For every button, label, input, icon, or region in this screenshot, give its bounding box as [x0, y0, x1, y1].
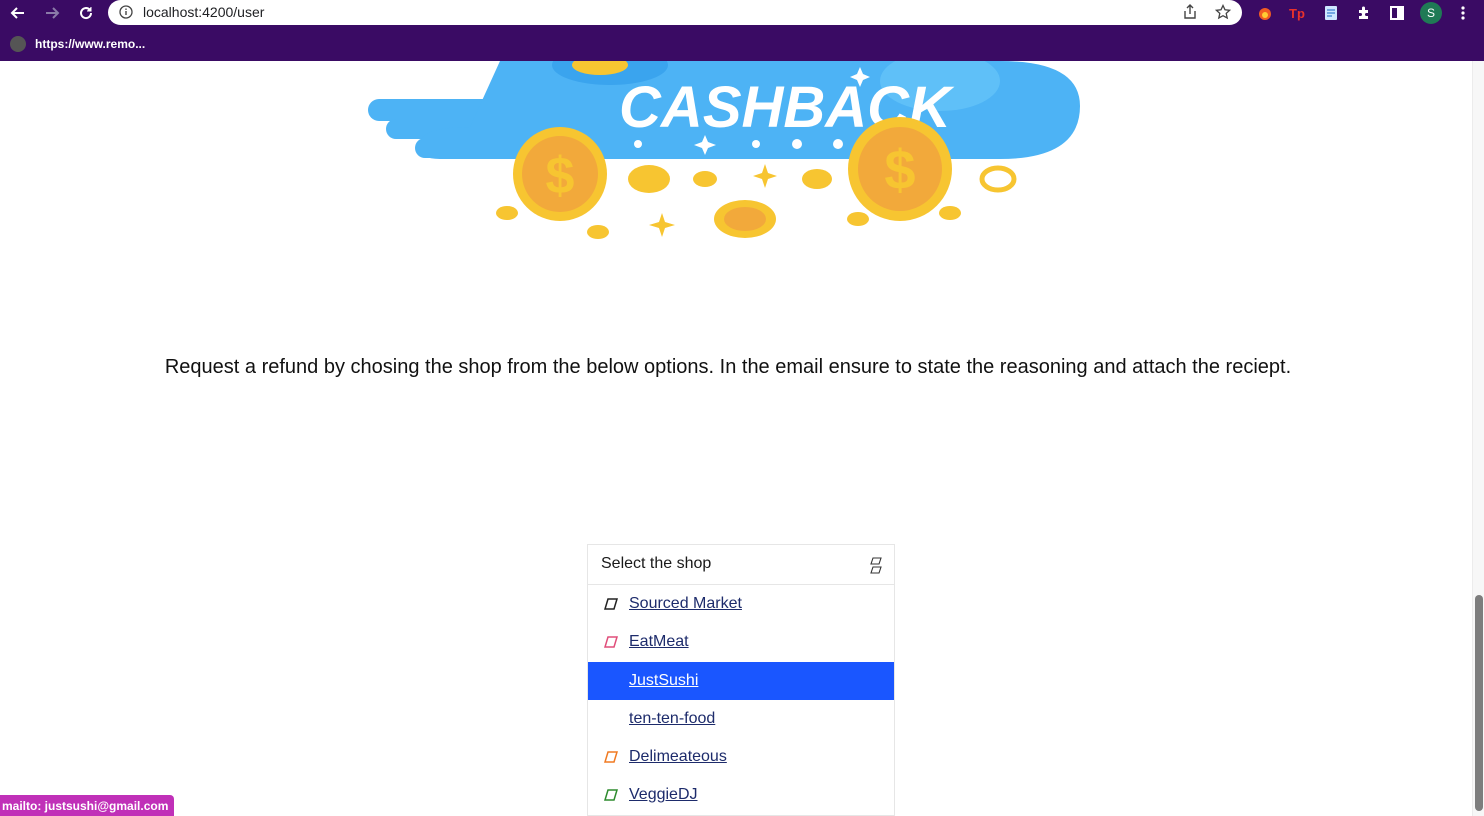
puzzle-icon[interactable] [1354, 3, 1374, 23]
shop-option[interactable]: ten-ten-food [588, 700, 894, 738]
back-icon[interactable] [6, 1, 30, 25]
svg-text:$: $ [884, 138, 915, 201]
instruction-text: Request a refund by chosing the shop fro… [164, 356, 1292, 378]
extension-fire-icon[interactable] [1255, 3, 1275, 23]
shop-option-label[interactable]: EatMeat [629, 633, 689, 651]
svg-text:Tp: Tp [1289, 6, 1305, 21]
link-status-bubble: mailto: justsushi@gmail.com [0, 795, 175, 816]
star-icon[interactable] [1214, 3, 1232, 21]
dropdown-label: Select the shop [601, 555, 712, 572]
page-scrollbar[interactable] [1472, 61, 1484, 816]
extension-tp-icon[interactable]: Tp [1288, 3, 1308, 23]
profile-avatar[interactable]: S [1420, 2, 1442, 24]
scroll-thumb[interactable] [1475, 595, 1483, 811]
shop-mark-icon [604, 636, 618, 649]
shop-mark-icon [604, 598, 618, 610]
info-icon[interactable] [119, 5, 133, 19]
svg-text:$: $ [546, 147, 575, 205]
cashback-banner: CASHBACK $ $ [368, 61, 1081, 239]
url-text: localhost:4200/user [143, 4, 265, 20]
shop-option-label[interactable]: Sourced Market [629, 595, 742, 613]
shop-mark-icon [604, 751, 618, 763]
bookmarks-bar: https://www.remo... [0, 26, 1484, 61]
shop-dropdown[interactable]: Select the shop Sourced Market EatMeat Jus… [587, 544, 895, 816]
menu-icon[interactable] [1453, 3, 1473, 23]
sidepanel-icon[interactable] [1387, 3, 1407, 23]
shop-option[interactable]: Delimeateous [588, 738, 894, 776]
reload-icon[interactable] [74, 1, 98, 25]
shop-option[interactable]: Sourced Market [588, 585, 894, 623]
globe-icon [10, 36, 26, 52]
extension-note-icon[interactable] [1321, 3, 1341, 23]
shop-option-label[interactable]: ten-ten-food [629, 710, 715, 728]
shop-option[interactable]: JustSushi [588, 661, 894, 700]
share-icon[interactable] [1181, 3, 1199, 21]
bookmark-item[interactable]: https://www.remo... [10, 35, 145, 53]
bookmark-label: https://www.remo... [35, 37, 146, 51]
shop-option-label[interactable]: JustSushi [629, 672, 698, 690]
shop-mark-icon [604, 789, 618, 802]
dropdown-toggle-icon[interactable] [869, 556, 883, 576]
shop-option-label[interactable]: Delimeateous [629, 748, 727, 766]
forward-icon[interactable] [40, 1, 64, 25]
address-bar[interactable]: localhost:4200/user [108, 0, 1242, 25]
shop-option[interactable]: VeggieDJ [588, 776, 894, 814]
browser-toolbar: localhost:4200/user Tp S [0, 0, 1484, 26]
dropdown-header[interactable]: Select the shop [588, 545, 894, 585]
shop-option[interactable]: EatMeat [588, 623, 894, 661]
shop-option-label[interactable]: VeggieDJ [629, 786, 698, 804]
